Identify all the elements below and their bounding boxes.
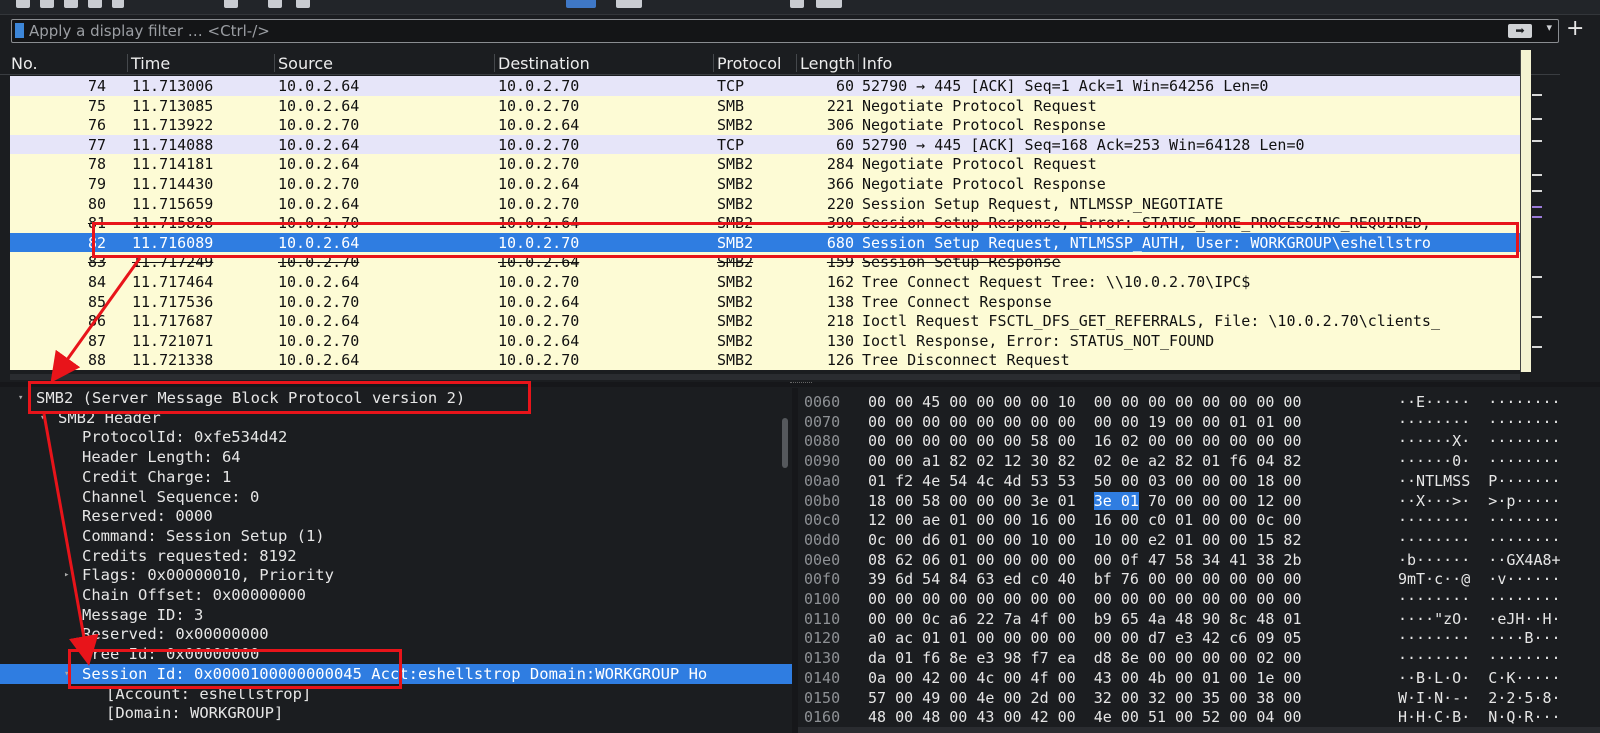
arrow-to-session-id [42,413,99,666]
annotation-arrows [42,257,142,666]
arrow-to-smb2-header [50,257,142,383]
